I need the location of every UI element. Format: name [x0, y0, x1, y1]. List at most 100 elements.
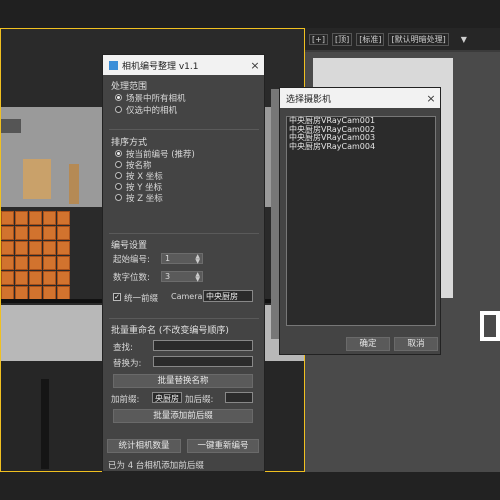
plan-camera-marker	[480, 311, 500, 341]
scene-cabinet	[69, 164, 79, 204]
scene-tile	[57, 286, 70, 300]
replace-input[interactable]	[153, 356, 253, 367]
status-text: 已为 4 台相机添加前后缀	[108, 461, 204, 471]
scene-tile	[43, 226, 56, 240]
list-item[interactable]: 中央厨房VRayCam004	[287, 142, 435, 152]
sort-option-x[interactable]: 按 X 坐标	[115, 170, 195, 182]
camera-numbering-dialog: 相机编号整理 v1.1 × 处理范围 场景中所有相机 仅选中的相机 排序方式 按…	[102, 54, 265, 472]
scene-tile	[57, 271, 70, 285]
find-label: 查找:	[113, 343, 133, 353]
viewport-label-shading[interactable]: [默认明暗处理]	[388, 32, 449, 46]
start-number-value: 1	[165, 254, 171, 263]
scene-tile	[1, 271, 14, 285]
sort-option-z[interactable]: 按 Z 坐标	[115, 192, 195, 204]
app-icon	[109, 60, 118, 70]
scene-tile	[15, 286, 28, 300]
scene-tile	[29, 271, 42, 285]
sort-option-current[interactable]: 按当前编号 (推荐)	[115, 148, 195, 160]
ok-button[interactable]: 确定	[346, 337, 390, 351]
filter-icon[interactable]: ▼	[459, 35, 469, 44]
digits-spinner[interactable]: 3 ▲ ▼	[161, 271, 203, 283]
scene-tile	[57, 211, 70, 225]
start-number-label: 起始编号:	[113, 255, 150, 265]
sort-option-y[interactable]: 按 Y 坐标	[115, 181, 195, 193]
viewport-label-view[interactable]: [顶]	[331, 32, 353, 46]
main-dialog-title: 相机编号整理 v1.1	[122, 61, 199, 72]
batch-add-affix-button[interactable]: 批量添加前后缀	[113, 409, 253, 423]
add-suffix-label: 加后缀:	[185, 395, 214, 405]
unify-prefix-checkbox[interactable]: ✓	[113, 293, 121, 301]
radio-icon	[115, 94, 122, 101]
scene-tile	[57, 256, 70, 270]
close-icon[interactable]: ×	[422, 92, 440, 105]
scope-option-selected[interactable]: 仅选中的相机	[115, 104, 178, 116]
scope-option-label: 仅选中的相机	[126, 105, 178, 116]
scope-option-all[interactable]: 场景中所有相机	[115, 92, 186, 104]
scene-tile	[57, 226, 70, 240]
sort-section-title: 排序方式	[111, 138, 148, 148]
divider	[109, 129, 259, 130]
divider	[109, 318, 259, 319]
digits-label: 数字位数:	[113, 273, 150, 283]
find-input[interactable]	[153, 340, 253, 351]
select-camera-dialog: 选择摄影机 × 中央厨房VRayCam001 中央厨房VRayCam002 中央…	[279, 87, 441, 355]
select-dialog-titlebar[interactable]: 选择摄影机 ×	[280, 88, 440, 108]
scene-tile	[29, 211, 42, 225]
bottom-status-bar	[0, 472, 500, 500]
scene-tile	[43, 271, 56, 285]
replace-label: 替换为:	[113, 359, 142, 369]
viewport-label-bar[interactable]: [+] [顶] [标准] [默认明暗处理] ▼	[305, 28, 500, 50]
unify-prefix-label: 统一前缀	[124, 294, 159, 304]
scene-tile	[15, 241, 28, 255]
sort-options: 按当前编号 (推荐) 按名称 按 X 坐标 按 Y 坐标 按 Z 坐标	[111, 148, 195, 204]
scene-window	[1, 119, 21, 133]
scene-tile	[43, 241, 56, 255]
top-toolbar-strip	[0, 0, 500, 28]
viewport-label-standard[interactable]: [标准]	[356, 32, 385, 46]
scene-tile	[1, 226, 14, 240]
radio-icon	[115, 150, 122, 157]
scene-tile	[43, 256, 56, 270]
scene-tile	[15, 211, 28, 225]
scene-tile	[1, 256, 14, 270]
spinner-arrows-icon[interactable]: ▲ ▼	[195, 272, 200, 283]
scene-tile	[29, 286, 42, 300]
scene-tile	[29, 256, 42, 270]
batch-replace-button[interactable]: 批量替换名称	[113, 374, 253, 388]
start-number-spinner[interactable]: 1 ▲ ▼	[161, 253, 203, 265]
radio-icon	[115, 172, 122, 179]
count-cameras-button[interactable]: 统计相机数量	[107, 439, 181, 453]
scene-tile	[29, 241, 42, 255]
scene-tile	[15, 256, 28, 270]
scene-cabinet	[23, 159, 51, 199]
radio-icon	[115, 194, 122, 201]
divider	[109, 233, 259, 234]
spinner-arrows-icon[interactable]: ▲ ▼	[195, 254, 200, 265]
add-prefix-input[interactable]: 央厨房	[152, 392, 182, 403]
scope-section-title: 处理范围	[111, 82, 148, 92]
radio-icon	[115, 183, 122, 190]
main-dialog-titlebar[interactable]: 相机编号整理 v1.1 ×	[103, 55, 264, 75]
scene-tile	[1, 211, 14, 225]
sort-option-label: 按 Z 坐标	[126, 193, 163, 204]
rename-section-title: 批量重命名 (不改变编号顺序)	[111, 326, 229, 336]
camera-list[interactable]: 中央厨房VRayCam001 中央厨房VRayCam002 中央厨房VRayCa…	[286, 116, 436, 326]
add-prefix-label: 加前缀:	[111, 395, 140, 405]
prefix-input[interactable]: 中央厨房	[203, 290, 253, 302]
cancel-button[interactable]: 取消	[394, 337, 438, 351]
scene-tile	[43, 211, 56, 225]
scene-orange-tiles	[1, 211, 73, 301]
scene-tile	[15, 226, 28, 240]
scene-tile	[43, 286, 56, 300]
renumber-button[interactable]: 一键重新编号	[187, 439, 259, 453]
scope-option-label: 场景中所有相机	[126, 93, 186, 104]
viewport-label-plus[interactable]: [+]	[309, 33, 328, 45]
sort-option-name[interactable]: 按名称	[115, 159, 195, 171]
scene-tile	[29, 226, 42, 240]
select-dialog-title: 选择摄影机	[286, 94, 332, 105]
close-icon[interactable]: ×	[246, 59, 264, 72]
radio-icon	[115, 161, 122, 168]
add-suffix-input[interactable]	[225, 392, 253, 403]
prefix-static-text: Camera	[171, 292, 203, 301]
scene-tile	[15, 271, 28, 285]
